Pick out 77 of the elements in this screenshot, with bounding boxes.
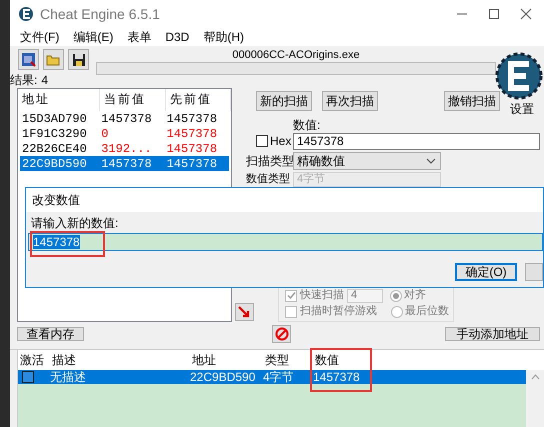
stop-button[interactable] bbox=[272, 325, 291, 343]
column-header[interactable]: 类型 bbox=[263, 351, 313, 369]
results-label: 结果: bbox=[10, 72, 38, 89]
menu-item[interactable]: 帮助(H) bbox=[203, 28, 244, 46]
table-cell-text: 1457378 bbox=[166, 110, 218, 128]
menu-item[interactable]: 文件(F) bbox=[20, 28, 60, 46]
radio-label: 对齐 bbox=[404, 288, 426, 304]
result-row[interactable]: 22C9BD590 1457378 1457378 bbox=[20, 156, 229, 171]
radio-button[interactable] bbox=[390, 290, 402, 302]
quick-scan-label: 快速扫描 bbox=[300, 288, 344, 304]
hex-label: Hex bbox=[270, 133, 292, 150]
new-value-field[interactable]: 1457378 bbox=[28, 233, 543, 251]
settings-label[interactable]: 设置 bbox=[500, 100, 544, 118]
scan-type-label: 扫描类型 bbox=[246, 153, 293, 170]
result-row[interactable]: 1F91C3290 0 1457378 bbox=[20, 126, 229, 141]
scan-button[interactable]: 再次扫描 bbox=[322, 91, 378, 111]
table-cell-text: 1457378 bbox=[100, 110, 153, 128]
value-field[interactable]: 1457378 bbox=[293, 132, 540, 150]
checkbox[interactable] bbox=[256, 135, 268, 147]
dialog-title: 改变数值 bbox=[32, 192, 80, 209]
table-cell-text: 1457378 bbox=[166, 126, 218, 142]
column-header[interactable]: 先前值 bbox=[166, 89, 231, 111]
menu-item[interactable]: 编辑(E) bbox=[73, 28, 114, 46]
quick-scan-field[interactable]: 4 bbox=[347, 288, 383, 302]
pause-game-label: 扫描时暂停游戏 bbox=[300, 304, 377, 320]
value-type-label: 数值类型 bbox=[246, 173, 291, 186]
save-icon[interactable] bbox=[68, 49, 89, 70]
add-address-button[interactable]: 手动添加地址 bbox=[445, 327, 540, 341]
menu-item[interactable]: D3D bbox=[165, 28, 190, 46]
chevron-icon[interactable] bbox=[426, 158, 436, 164]
column-header[interactable]: 描述 bbox=[50, 351, 190, 369]
process-name: 000006CC-ACOrigins.exe bbox=[232, 48, 360, 62]
results-count: 4 bbox=[41, 72, 48, 89]
radio-label: 最后位数 bbox=[405, 304, 449, 320]
highlight-frame bbox=[310, 348, 372, 392]
table-cell-text: 22C9BD590 bbox=[21, 156, 88, 172]
maximize-icon[interactable] bbox=[488, 8, 500, 20]
table-cell-text: 22C9BD590 bbox=[190, 369, 256, 386]
table-cell-text: 4字节 bbox=[263, 369, 295, 386]
table-cell-text: 无描述 bbox=[50, 369, 87, 386]
ok-button[interactable]: 确定(O) bbox=[455, 263, 517, 281]
table-cell-text: 22B26CE40 bbox=[21, 140, 88, 158]
app-logo-icon bbox=[18, 6, 34, 22]
column-header[interactable]: 数值 bbox=[313, 351, 383, 369]
scrollbar[interactable] bbox=[526, 370, 544, 427]
address-row[interactable]: 无描述 22C9BD590 4字节 1457378 bbox=[18, 370, 526, 384]
radio-button[interactable] bbox=[391, 306, 403, 318]
active-checkbox[interactable] bbox=[22, 371, 34, 383]
arrow-button[interactable] bbox=[234, 303, 254, 321]
checkbox[interactable] bbox=[285, 290, 297, 302]
result-row[interactable]: 15D3AD790 1457378 1457378 bbox=[20, 111, 229, 126]
column-header[interactable]: 地址 bbox=[190, 351, 263, 369]
scan-button[interactable]: 新的扫描 bbox=[256, 91, 312, 111]
table-cell-text: 15D3AD790 bbox=[21, 110, 88, 128]
value-label: 数值: bbox=[293, 118, 322, 132]
table-cell-text: 1457378 bbox=[100, 156, 153, 172]
view-memory-button[interactable]: 查看内存 bbox=[17, 327, 84, 341]
checkbox[interactable] bbox=[285, 306, 297, 318]
close-icon[interactable] bbox=[520, 8, 532, 20]
prompt-label: 请输入新的数值: bbox=[31, 216, 120, 230]
table-cell-text: 1457378 bbox=[166, 140, 218, 158]
table-cell-text: 1F91C3290 bbox=[21, 126, 88, 142]
window-title: Cheat Engine 6.5.1 bbox=[40, 4, 160, 24]
open-process-button[interactable] bbox=[18, 49, 39, 70]
column-header[interactable]: 当前值 bbox=[100, 89, 166, 111]
result-row[interactable]: 22B26CE40 3192... 1457378 bbox=[20, 141, 229, 156]
table-cell-text: 0 bbox=[100, 126, 110, 142]
table-cell-text: 1457378 bbox=[166, 156, 218, 172]
scroll-up-icon[interactable] bbox=[530, 374, 540, 380]
column-header[interactable]: 地址 bbox=[18, 89, 100, 111]
table-cell-text: 1457378 bbox=[313, 369, 361, 386]
column-header[interactable]: 激活 bbox=[18, 351, 50, 369]
scan-button[interactable]: 撤销扫描 bbox=[444, 91, 500, 111]
table-cell-text: 3192... bbox=[100, 140, 153, 158]
menu-item[interactable]: 表单 bbox=[127, 28, 152, 46]
scan-type-dropdown[interactable]: 精确数值 bbox=[293, 152, 441, 170]
folder-icon[interactable] bbox=[43, 49, 64, 70]
